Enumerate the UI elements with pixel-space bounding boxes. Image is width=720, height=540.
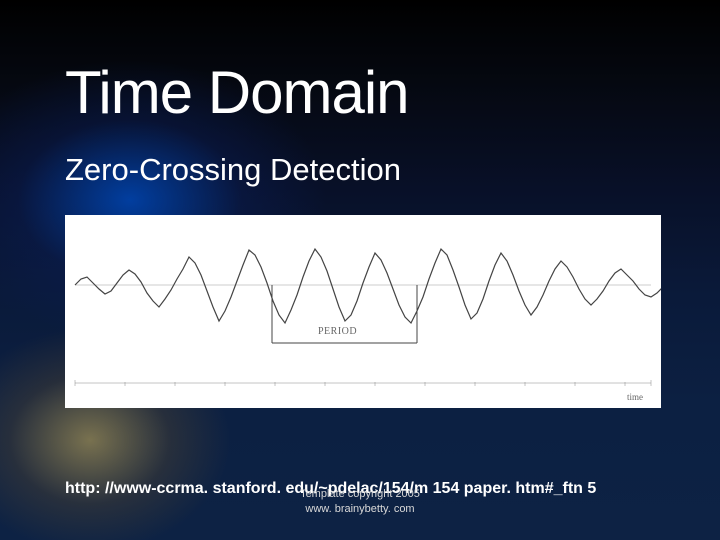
waveform-plot (65, 215, 661, 408)
x-axis-label: time (627, 392, 643, 402)
waveform-line (75, 249, 661, 323)
template-source: www. brainybetty. com (0, 503, 720, 515)
time-axis-ticks (75, 380, 651, 386)
waveform-figure: PERIOD time (65, 215, 661, 408)
period-annotation: PERIOD (318, 326, 357, 337)
slide-title: Time Domain (65, 58, 409, 127)
slide-subtitle: Zero-Crossing Detection (65, 152, 401, 188)
template-copyright: Template copyright 2005 (0, 488, 720, 500)
